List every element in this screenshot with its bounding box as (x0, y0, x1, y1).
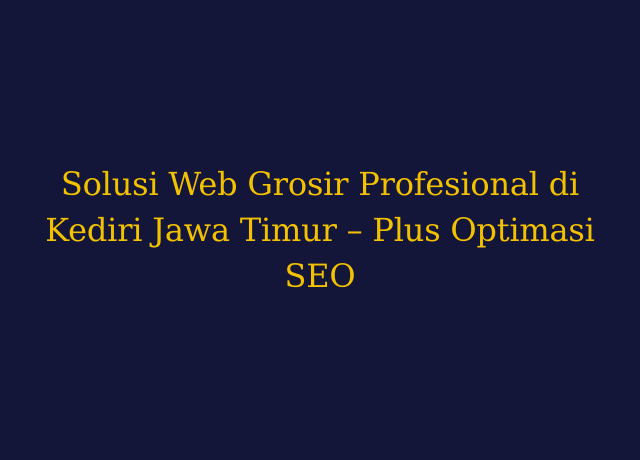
page-title: Solusi Web Grosir Profesional di Kediri … (45, 165, 595, 295)
title-card: Solusi Web Grosir Profesional di Kediri … (0, 0, 640, 460)
